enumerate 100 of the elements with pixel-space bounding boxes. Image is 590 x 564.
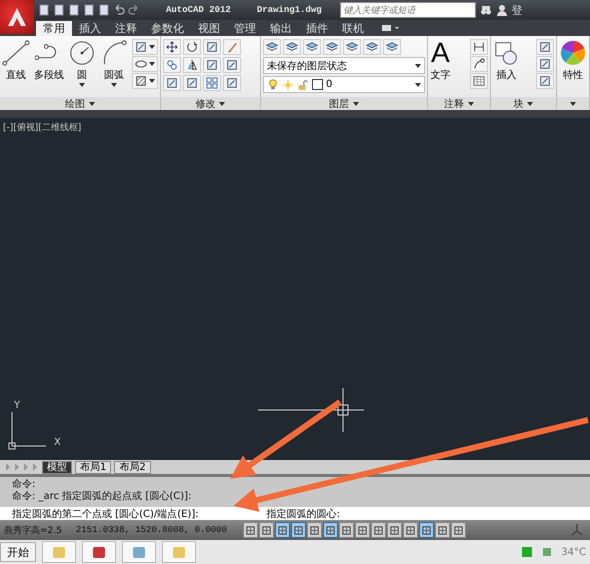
ribbon-tab[interactable]: 注释: [108, 21, 144, 36]
layer-icon: [326, 41, 338, 53]
redo-icon[interactable]: [128, 4, 140, 16]
ribbon-tab[interactable]: 输出: [263, 21, 299, 36]
status-toggle-button[interactable]: [291, 522, 306, 538]
tool-button[interactable]: [223, 57, 241, 73]
tool-button[interactable]: [262, 39, 281, 55]
caret-icon: [527, 102, 534, 106]
quick-access-icon[interactable]: [53, 4, 65, 16]
tool-button[interactable]: [132, 39, 158, 55]
status-toggle-button[interactable]: [275, 522, 290, 538]
panel-title[interactable]: [556, 97, 589, 110]
panel-title[interactable]: 块: [490, 97, 556, 110]
caret-icon: [89, 102, 95, 106]
status-toggle-button[interactable]: [323, 522, 338, 538]
properties-tool-button[interactable]: 特性: [558, 39, 587, 97]
tool-button[interactable]: [183, 57, 201, 73]
panel-title[interactable]: 注释: [428, 97, 490, 110]
panel-title[interactable]: 修改: [161, 97, 260, 110]
window-title: Drawing1.dwg: [256, 5, 322, 15]
tool-button[interactable]: [132, 56, 158, 72]
tool-button[interactable]: [536, 73, 554, 89]
tool-button[interactable]: [183, 39, 201, 55]
tool-button[interactable]: [362, 39, 381, 55]
start-button[interactable]: 开始: [0, 542, 36, 562]
tool-button[interactable]: [536, 56, 554, 72]
ribbon-tab[interactable]: 插件: [299, 21, 335, 36]
tool-button[interactable]: [223, 75, 241, 91]
tool-button[interactable]: [302, 39, 321, 55]
copy-icon: [166, 59, 178, 71]
sign-in-label[interactable]: 登: [512, 2, 523, 18]
dimension-icon: [472, 41, 485, 53]
layer-icon: [346, 41, 358, 53]
tool-button[interactable]: [470, 39, 488, 55]
mirror-icon: [186, 59, 198, 71]
status-toggle-button[interactable]: [355, 522, 370, 538]
binoculars-icon[interactable]: [480, 4, 492, 16]
ribbon-tab[interactable]: 常用: [36, 21, 72, 36]
viewport-label[interactable]: [-][俯视][二维线框]: [3, 121, 82, 134]
ucs-icon: [8, 410, 48, 450]
ribbon-tab[interactable]: 插入: [72, 21, 108, 36]
drawing-area[interactable]: [-][俯视][二维线框] Y X: [0, 118, 590, 460]
ribbon-tab[interactable]: 联机: [335, 21, 371, 36]
tool-button[interactable]: [536, 39, 554, 55]
status-toggle-button[interactable]: [435, 522, 450, 538]
layout-tab[interactable]: 模型: [42, 460, 72, 474]
tool-button[interactable]: [282, 39, 301, 55]
status-toggle-button[interactable]: [387, 522, 402, 538]
coordinates-readout: 2151.0338, 1520.8008, 0.0000: [76, 525, 228, 535]
sun-icon: [282, 78, 294, 90]
tool-button[interactable]: 多段线: [34, 39, 64, 97]
panel-title[interactable]: 绘图: [0, 97, 160, 110]
tool-button[interactable]: [183, 75, 201, 91]
status-toggle-button[interactable]: [307, 522, 322, 538]
status-toggle-button[interactable]: [451, 522, 466, 538]
layer-state-dropdown[interactable]: 未保存的图层状态: [262, 57, 426, 74]
search-field[interactable]: 键入关键字或短语: [340, 2, 476, 18]
status-toggle-button[interactable]: [403, 522, 418, 538]
tool-button[interactable]: [203, 57, 221, 73]
panel-title[interactable]: 图层: [260, 97, 428, 110]
workspace-icon[interactable]: [570, 523, 584, 537]
application-menu-button[interactable]: [0, 0, 34, 34]
command-input-field[interactable]: 指定圆弧的第二个点或 [圆心(C)/端点(E)]: 指定圆弧的圆心:: [0, 507, 590, 520]
layer-icon: [306, 41, 318, 53]
tool-button[interactable]: [342, 39, 361, 55]
caret-icon: [149, 79, 155, 83]
status-toggle-button[interactable]: [371, 522, 386, 538]
tool-button[interactable]: [382, 39, 401, 55]
temperature-label: 34°C: [561, 546, 586, 558]
tool-button[interactable]: [322, 39, 341, 55]
tool-button[interactable]: 圆: [68, 39, 96, 97]
quick-access-icon[interactable]: [98, 4, 110, 16]
quick-access-icon[interactable]: [83, 4, 95, 16]
tool-button[interactable]: [163, 75, 181, 91]
status-toggle-button[interactable]: [339, 522, 354, 538]
text-tool-button[interactable]: A 文字: [430, 39, 450, 97]
insert-tool-button[interactable]: 插入: [492, 39, 521, 97]
tool-button[interactable]: [132, 73, 158, 89]
status-toggle-button[interactable]: [259, 522, 274, 538]
quick-access-icon[interactable]: [38, 4, 50, 16]
taskbar-app-button[interactable]: [82, 541, 116, 563]
ribbon-tab[interactable]: 视图: [191, 21, 227, 36]
tool-button[interactable]: [163, 39, 181, 55]
ribbon-tab[interactable]: 管理: [227, 21, 263, 36]
status-toggle-button[interactable]: [419, 522, 434, 538]
tool-button[interactable]: [470, 56, 488, 72]
tool-button[interactable]: [203, 39, 221, 55]
layout-tab[interactable]: 布局1: [75, 460, 112, 474]
undo-icon[interactable]: [113, 4, 125, 16]
move-icon: [166, 41, 178, 53]
tool-button[interactable]: 直线: [2, 39, 30, 97]
panel-toggle-icon[interactable]: [381, 23, 401, 33]
user-icon[interactable]: [496, 4, 508, 16]
tool-button[interactable]: 圆弧: [100, 39, 128, 97]
quick-access-icon[interactable]: [68, 4, 80, 16]
status-toggle-button[interactable]: [243, 522, 258, 538]
ribbon-tab[interactable]: 参数化: [144, 21, 191, 36]
layer-dropdown[interactable]: 0: [262, 76, 426, 93]
layout-tab[interactable]: 布局2: [114, 460, 151, 474]
tool-button[interactable]: [470, 73, 488, 89]
